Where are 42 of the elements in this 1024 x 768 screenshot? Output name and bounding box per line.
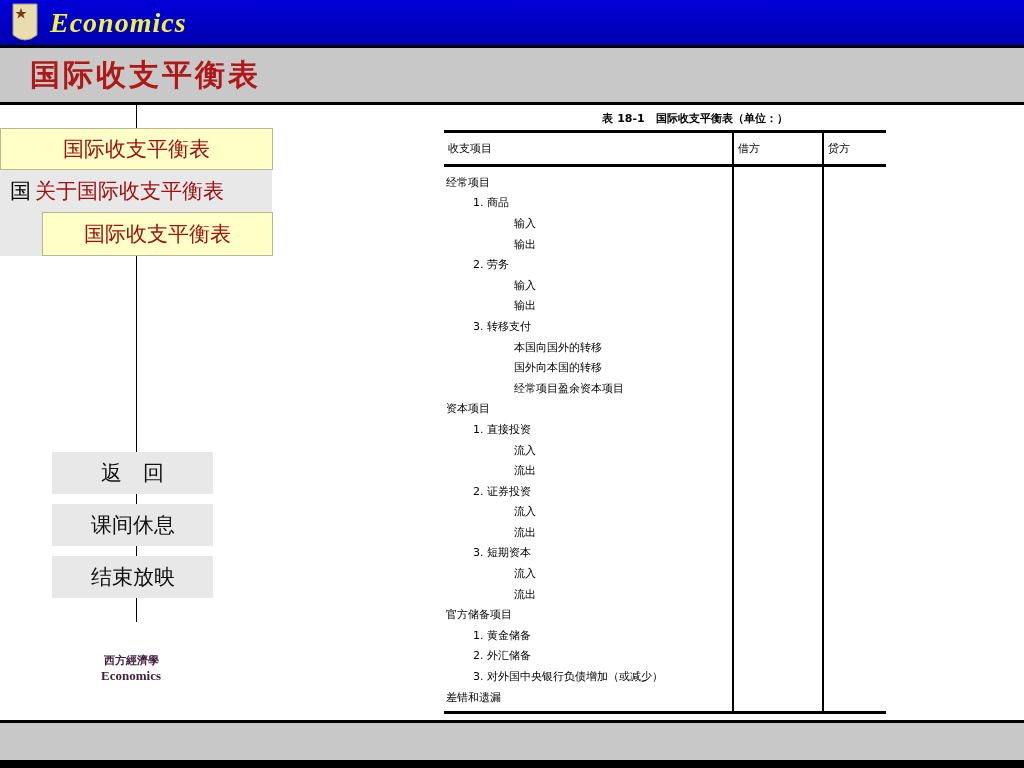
column-header: 借方 <box>733 131 823 166</box>
table-cell: 资本项目 <box>446 402 490 416</box>
table-cell: 输入 <box>514 278 536 292</box>
logo-text: Economics <box>101 668 161 684</box>
menu-item[interactable]: 国 <box>10 177 31 205</box>
column-header: 收支项目 <box>444 131 733 166</box>
nav-button[interactable]: 结束放映 <box>52 556 213 598</box>
table-cell: 经常项目盈余资本项目 <box>514 381 624 395</box>
table-cell: 2. 劳务 <box>473 258 509 272</box>
table-cell: 流出 <box>514 587 536 601</box>
table-cell: 经常项目 <box>446 175 490 189</box>
table-cell: 输出 <box>514 299 536 313</box>
table-cell: 流入 <box>514 505 536 519</box>
table-cell: 3. 对外国中央银行负债增加（或减少） <box>473 670 663 684</box>
table-cell: 3. 转移支付 <box>473 319 531 333</box>
popup-menu-item[interactable]: 国际收支平衡表 <box>42 212 273 256</box>
table-cell: 流入 <box>514 567 536 581</box>
nav-button[interactable]: 课间休息 <box>52 504 213 546</box>
table-cell: 输入 <box>514 217 536 230</box>
table-cell: 流出 <box>514 464 536 478</box>
logo-text: 西方經濟學 <box>103 653 159 668</box>
table-cell: 输出 <box>514 237 536 251</box>
table-cell: 3. 短期资本 <box>473 546 531 560</box>
slide-title: 国际收支平衡表 <box>30 55 261 94</box>
table-cell: 2. 证券投资 <box>473 484 531 498</box>
table-caption: 表 18-1 国际收支平衡表（单位：） <box>601 111 789 127</box>
table-cell: 国外向本国的转移 <box>514 361 602 375</box>
shield-star-icon <box>12 2 38 43</box>
menu-item[interactable]: 国际收支平衡表 <box>0 128 273 170</box>
table-cell: 1. 商品 <box>473 196 509 210</box>
table-cell: 流入 <box>514 443 536 457</box>
table-cell: 官方储备项目 <box>446 608 512 622</box>
menu-item[interactable]: 关于国际收支平衡表 <box>35 177 224 205</box>
table-cell: 2. 外汇储备 <box>473 649 531 663</box>
nav-button[interactable]: 返 回 <box>52 452 213 494</box>
table-cell: 1. 直接投资 <box>473 422 531 436</box>
brand-title: Economics <box>50 6 187 39</box>
table-cell: 本国向国外的转移 <box>514 340 602 354</box>
table-cell: 差错和遗漏 <box>446 690 501 704</box>
column-header: 贷方 <box>823 131 886 166</box>
table-cell: 流出 <box>514 525 536 539</box>
table-cell: 1. 黄金储备 <box>473 628 531 642</box>
